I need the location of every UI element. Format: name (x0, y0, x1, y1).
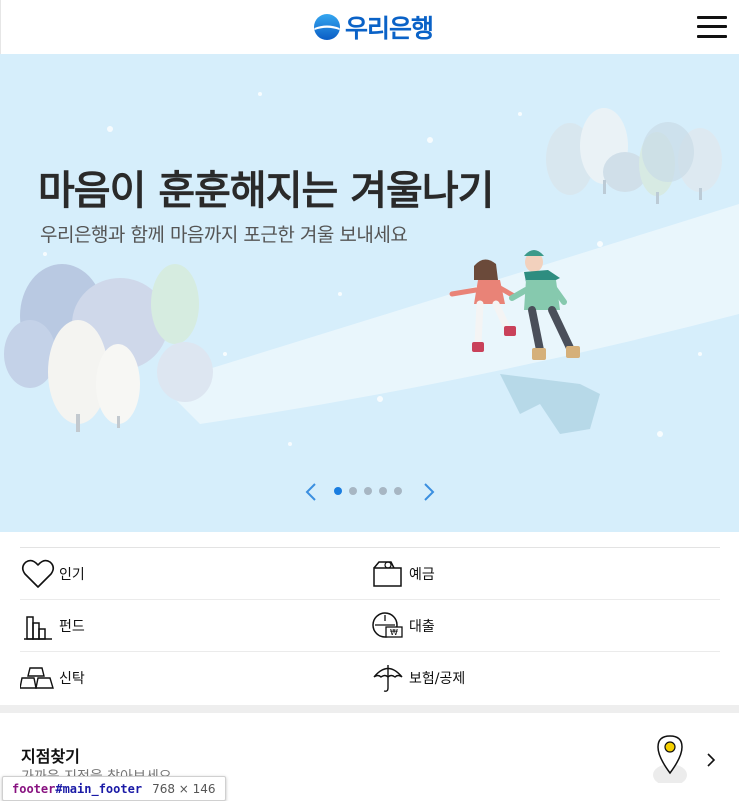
category-row: 인기 예금 (20, 548, 720, 600)
section-divider (0, 705, 739, 713)
location-pin-icon (653, 735, 687, 783)
category-popular[interactable]: 인기 (20, 548, 370, 600)
woori-bank-logo[interactable]: 우리은행 (313, 10, 434, 44)
category-insurance[interactable]: 보험/공제 (370, 652, 720, 704)
devtools-element-tooltip: footer#main_footer 768 × 146 (2, 776, 226, 801)
product-category-grid: 인기 예금 펀드 ₩ 대출 신탁 보험/공제 (20, 547, 720, 703)
chevron-right-icon[interactable] (422, 482, 436, 502)
category-label: 보험/공제 (409, 671, 466, 687)
woori-bank-logo-icon (314, 14, 340, 40)
category-row: 펀드 ₩ 대출 (20, 600, 720, 652)
carousel-dot-1[interactable] (334, 487, 342, 495)
category-trust[interactable]: 신탁 (20, 652, 370, 704)
category-label: 대출 (409, 619, 435, 635)
hamburger-menu-icon (697, 16, 727, 19)
category-label: 신탁 (59, 671, 85, 687)
tooltip-dimensions: 768 × 146 (152, 781, 216, 796)
category-fund[interactable]: 펀드 (20, 600, 370, 652)
category-label: 예금 (409, 567, 435, 583)
banner-title: 마음이 훈훈해지는 겨울나기 (38, 168, 494, 214)
tooltip-tag: footer (12, 781, 56, 796)
carousel-dot-2[interactable] (349, 487, 357, 495)
carousel-dots (334, 487, 402, 495)
wallet-icon (370, 556, 406, 592)
menu-button[interactable] (697, 15, 727, 39)
svg-text:₩: ₩ (390, 628, 398, 637)
promo-banner[interactable]: 마음이 훈훈해지는 겨울나기 우리은행과 함께 마음까지 포근한 겨울 보내세요 (0, 54, 739, 532)
heart-icon (20, 556, 56, 592)
loan-coin-icon: ₩ (370, 608, 406, 644)
carousel-controls (304, 482, 444, 502)
carousel-dot-3[interactable] (364, 487, 372, 495)
site-header: 우리은행 (0, 0, 739, 54)
banner-subtitle: 우리은행과 함께 마음까지 포근한 겨울 보내세요 (40, 224, 408, 246)
umbrella-icon (370, 660, 406, 696)
gold-bars-icon (20, 660, 56, 696)
tooltip-id: #main_footer (55, 781, 143, 796)
bar-chart-icon (20, 608, 56, 644)
winter-illustration (4, 92, 739, 446)
carousel-dot-5[interactable] (394, 487, 402, 495)
category-label: 인기 (59, 567, 85, 583)
chevron-right-icon (707, 753, 716, 767)
category-loan[interactable]: ₩ 대출 (370, 600, 720, 652)
category-label: 펀드 (59, 619, 85, 635)
carousel-dot-4[interactable] (379, 487, 387, 495)
chevron-left-icon[interactable] (304, 482, 318, 502)
branch-finder-title: 지점찾기 (21, 747, 80, 766)
logo-text: 우리은행 (345, 14, 434, 43)
category-deposit[interactable]: 예금 (370, 548, 720, 600)
category-row: 신탁 보험/공제 (20, 652, 720, 704)
